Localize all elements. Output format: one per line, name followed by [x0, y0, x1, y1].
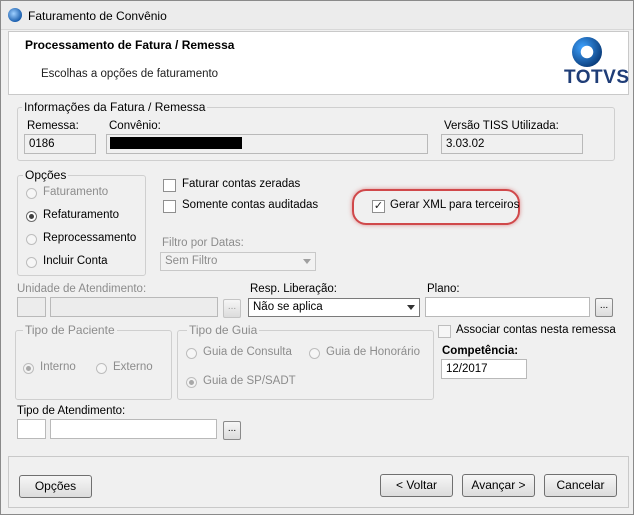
versao-tiss-label: Versão TISS Utilizada:: [444, 120, 559, 132]
opcoes-button[interactable]: Opções: [19, 475, 92, 498]
radio-faturamento[interactable]: [26, 188, 37, 199]
plano-field[interactable]: [425, 297, 590, 317]
competencia-label: Competência:: [442, 345, 519, 357]
associar-contas-label: Associar contas nesta remessa: [456, 324, 616, 336]
tipo-atendimento-lookup-button[interactable]: ...: [223, 421, 241, 440]
unidade-lookup-button[interactable]: ...: [223, 299, 241, 318]
avancar-button[interactable]: Avançar >: [462, 474, 535, 497]
refaturamento-label: Refaturamento: [43, 209, 120, 221]
header-panel: Processamento de Fatura / Remessa Escolh…: [8, 31, 629, 95]
page-title: Processamento de Fatura / Remessa: [25, 38, 235, 52]
tipo-paciente-legend: Tipo de Paciente: [23, 323, 117, 337]
filtro-datas-label: Filtro por Datas:: [162, 237, 244, 249]
resp-liberacao-value: Não se aplica: [253, 301, 323, 313]
info-group-legend: Informações da Fatura / Remessa: [22, 100, 208, 114]
window-title: Faturamento de Convênio: [28, 9, 167, 23]
chevron-down-icon: [407, 305, 415, 310]
somente-auditadas-checkbox[interactable]: [163, 200, 176, 213]
unidade-nome-field[interactable]: [50, 297, 218, 317]
radio-guia-sp-sadt[interactable]: [186, 377, 197, 388]
totvs-logo-icon: [572, 37, 602, 67]
cancelar-button[interactable]: Cancelar: [544, 474, 617, 497]
guia-sp-sadt-label: Guia de SP/SADT: [203, 375, 296, 387]
tipo-guia-group: [177, 330, 434, 400]
incluir-conta-label: Incluir Conta: [43, 255, 108, 267]
unidade-atendimento-label: Unidade de Atendimento:: [17, 283, 147, 295]
radio-guia-honorario[interactable]: [309, 348, 320, 359]
filtro-datas-select[interactable]: Sem Filtro: [160, 252, 316, 271]
guia-consulta-label: Guia de Consulta: [203, 346, 292, 358]
page-subtitle: Escolhas a opções de faturamento: [41, 68, 219, 80]
externo-label: Externo: [113, 361, 153, 373]
totvs-logo-text: TOTVS: [564, 67, 630, 88]
tipo-atendimento-nome-field[interactable]: [50, 419, 217, 439]
guia-honorario-label: Guia de Honorário: [326, 346, 420, 358]
title-bar: Faturamento de Convênio: [1, 1, 633, 30]
convenio-label: Convênio:: [109, 120, 161, 132]
window: Faturamento de Convênio Processamento de…: [0, 0, 634, 515]
tipo-atendimento-codigo-field[interactable]: [17, 419, 46, 439]
interno-label: Interno: [40, 361, 76, 373]
voltar-button[interactable]: < Voltar: [380, 474, 453, 497]
somente-auditadas-label: Somente contas auditadas: [182, 199, 319, 211]
filtro-datas-value: Sem Filtro: [165, 255, 218, 267]
faturar-zeradas-label: Faturar contas zeradas: [182, 178, 301, 190]
plano-lookup-button[interactable]: ...: [595, 298, 613, 317]
radio-reprocessamento[interactable]: [26, 234, 37, 245]
tipo-atendimento-label: Tipo de Atendimento:: [17, 405, 126, 417]
competencia-field[interactable]: 12/2017: [441, 359, 527, 379]
gerar-xml-label: Gerar XML para terceiros: [390, 199, 520, 211]
reprocessamento-label: Reprocessamento: [43, 232, 137, 244]
radio-externo[interactable]: [96, 363, 107, 374]
associar-contas-checkbox[interactable]: [438, 325, 451, 338]
footer-panel: [8, 456, 629, 508]
faturar-zeradas-checkbox[interactable]: [163, 179, 176, 192]
resp-liberacao-select[interactable]: Não se aplica: [248, 298, 420, 317]
radio-refaturamento[interactable]: [26, 211, 37, 222]
app-icon: [8, 8, 22, 22]
remessa-field[interactable]: 0186: [24, 134, 96, 154]
radio-guia-consulta[interactable]: [186, 348, 197, 359]
opcoes-group-legend: Opções: [23, 168, 69, 182]
gerar-xml-checkbox[interactable]: ✓: [372, 200, 385, 213]
faturamento-label: Faturamento: [43, 186, 109, 198]
plano-label: Plano:: [427, 283, 460, 295]
radio-incluir-conta[interactable]: [26, 257, 37, 268]
resp-liberacao-label: Resp. Liberação:: [250, 283, 337, 295]
convenio-redacted: [110, 137, 242, 149]
unidade-codigo-field[interactable]: [17, 297, 46, 317]
tipo-guia-legend: Tipo de Guia: [187, 323, 260, 337]
remessa-label: Remessa:: [27, 120, 79, 132]
chevron-down-icon: [303, 259, 311, 264]
radio-interno[interactable]: [23, 363, 34, 374]
versao-tiss-field[interactable]: 3.03.02: [441, 134, 583, 154]
